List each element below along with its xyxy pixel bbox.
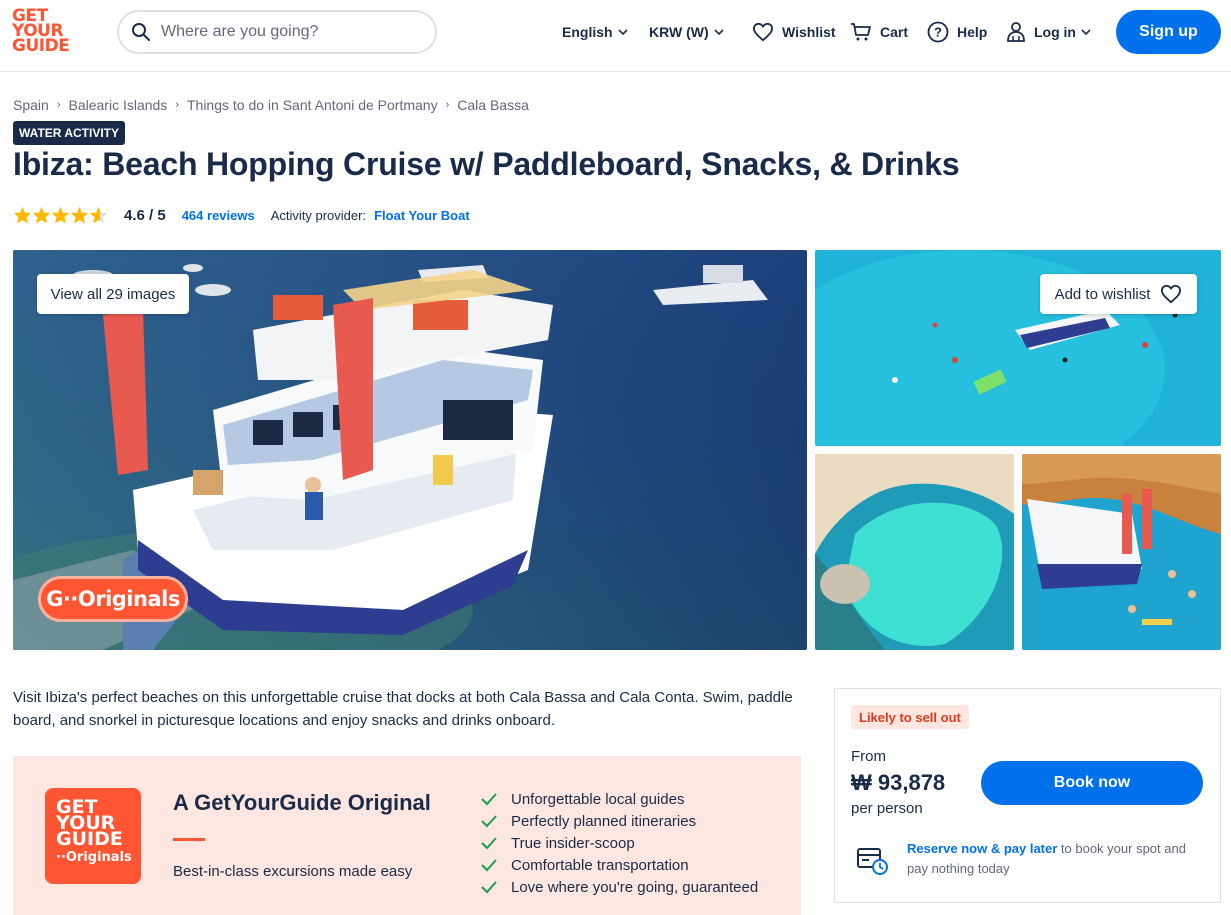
- currency-selector[interactable]: KRW (W): [649, 0, 725, 64]
- breadcrumb-item[interactable]: Cala Bassa: [457, 97, 529, 113]
- heart-icon: [752, 22, 774, 42]
- half-star-icon: [89, 206, 108, 224]
- help-link[interactable]: ? Help: [927, 0, 987, 64]
- reserve-later-text: Reserve now & pay later to book your spo…: [907, 839, 1207, 879]
- feature-item: Perfectly planned itineraries: [481, 810, 758, 832]
- breadcrumb: Spain › Balearic Islands › Things to do …: [13, 97, 529, 113]
- breadcrumb-separator-icon: ›: [175, 99, 179, 111]
- add-to-wishlist-label: Add to wishlist: [1054, 285, 1151, 303]
- cart-link[interactable]: Cart: [850, 0, 908, 64]
- breadcrumb-item[interactable]: Spain: [13, 97, 49, 113]
- cart-icon: [851, 23, 871, 41]
- page-title: Ibiza: Beach Hopping Cruise w/ Paddleboa…: [13, 146, 960, 182]
- add-to-wishlist-button[interactable]: Add to wishlist: [1040, 274, 1197, 314]
- search-icon: [132, 23, 150, 41]
- feature-label: Comfortable transportation: [511, 856, 689, 874]
- booking-card: Likely to sell out From ₩ 93,878 per per…: [834, 688, 1221, 903]
- provider-link[interactable]: Float Your Boat: [374, 208, 470, 223]
- paddleboard-photo: [1022, 454, 1221, 650]
- top-header: GET YOUR GUIDE English KRW (W) Wishlist …: [0, 0, 1231, 72]
- rating-value: 4.6 / 5: [124, 206, 166, 224]
- originals-logo: GET YOUR GUIDE ··Originals: [45, 788, 141, 884]
- provider-label: Activity provider:: [270, 207, 367, 223]
- feature-label: Love where you're going, guaranteed: [511, 878, 759, 896]
- originals-panel: GET YOUR GUIDE ··Originals A GetYourGuid…: [13, 756, 801, 915]
- signup-button[interactable]: Sign up: [1116, 10, 1221, 54]
- activity-description: Visit Ibiza's perfect beaches on this un…: [13, 689, 793, 729]
- check-icon: [481, 837, 497, 850]
- feature-label: True insider-scoop: [511, 834, 635, 852]
- breadcrumb-separator-icon: ›: [445, 99, 450, 111]
- language-selector[interactable]: English: [562, 0, 629, 64]
- view-all-images-button[interactable]: View all 29 images: [37, 274, 189, 314]
- originals-feature-list: Unforgettable local guides Perfectly pla…: [481, 788, 758, 898]
- wishlist-link[interactable]: Wishlist: [752, 0, 836, 64]
- search-input[interactable]: [161, 23, 421, 41]
- star-rating: [13, 206, 108, 224]
- getyourguide-logo[interactable]: GET YOUR GUIDE: [12, 8, 72, 59]
- orig-logo-line-3: GUIDE: [56, 828, 123, 850]
- breadcrumb-item[interactable]: Things to do in Sant Antoni de Portmany: [187, 97, 438, 113]
- reviews-link[interactable]: 464 reviews: [182, 208, 255, 223]
- price-from-label: From: [851, 748, 886, 765]
- feature-item: Love where you're going, guaranteed: [481, 876, 758, 898]
- gallery-image-4[interactable]: [1022, 454, 1221, 650]
- search-box[interactable]: [117, 10, 437, 54]
- star-icon: [70, 206, 89, 224]
- heart-icon: [1161, 284, 1182, 304]
- login-menu[interactable]: Log in: [1006, 0, 1092, 64]
- chevron-down-icon: [1081, 29, 1091, 36]
- originals-badge: G··Originals: [38, 576, 188, 622]
- gallery-image-3[interactable]: [815, 454, 1014, 650]
- star-icon: [13, 206, 32, 224]
- check-icon: [481, 859, 497, 872]
- check-icon: [481, 793, 497, 806]
- feature-item: Unforgettable local guides: [481, 788, 758, 810]
- user-icon: [1007, 22, 1025, 42]
- category-badge: WATER ACTIVITY: [13, 121, 125, 145]
- breadcrumb-item[interactable]: Balearic Islands: [68, 97, 167, 113]
- reserve-later-link[interactable]: Reserve now & pay later: [907, 841, 1057, 856]
- originals-title: A GetYourGuide Original: [173, 790, 431, 815]
- wishlist-label: Wishlist: [782, 24, 836, 40]
- feature-label: Unforgettable local guides: [511, 790, 685, 808]
- chevron-down-icon: [714, 29, 724, 36]
- rating-row: 4.6 / 5 464 reviews Activity provider: F…: [13, 204, 470, 226]
- chevron-down-icon: [617, 29, 628, 36]
- breadcrumb-separator-icon: ›: [56, 99, 61, 111]
- check-icon: [481, 881, 497, 894]
- sellout-badge: Likely to sell out: [851, 705, 969, 729]
- logo-line-3: GUIDE: [12, 36, 70, 56]
- originals-divider: [173, 838, 205, 841]
- star-icon: [32, 206, 51, 224]
- svg-text:?: ?: [934, 25, 942, 40]
- check-icon: [481, 815, 497, 828]
- book-now-button[interactable]: Book now: [981, 761, 1203, 805]
- originals-subtitle: Best-in-class excursions made easy: [173, 863, 413, 880]
- help-label: Help: [957, 24, 988, 40]
- calendar-clock-icon: [857, 848, 888, 875]
- star-icon: [51, 206, 70, 224]
- price-value: ₩ 93,878: [851, 770, 946, 795]
- currency-label: KRW (W): [649, 24, 709, 40]
- language-label: English: [562, 24, 613, 40]
- beach-aerial-photo: [815, 454, 1014, 650]
- cart-label: Cart: [880, 24, 909, 40]
- feature-item: Comfortable transportation: [481, 854, 758, 876]
- feature-item: True insider-scoop: [481, 832, 758, 854]
- price-per-label: per person: [851, 800, 923, 817]
- orig-logo-sub: ··Originals: [56, 850, 132, 865]
- login-label: Log in: [1034, 24, 1076, 40]
- help-icon: ?: [927, 21, 949, 43]
- feature-label: Perfectly planned itineraries: [511, 812, 697, 830]
